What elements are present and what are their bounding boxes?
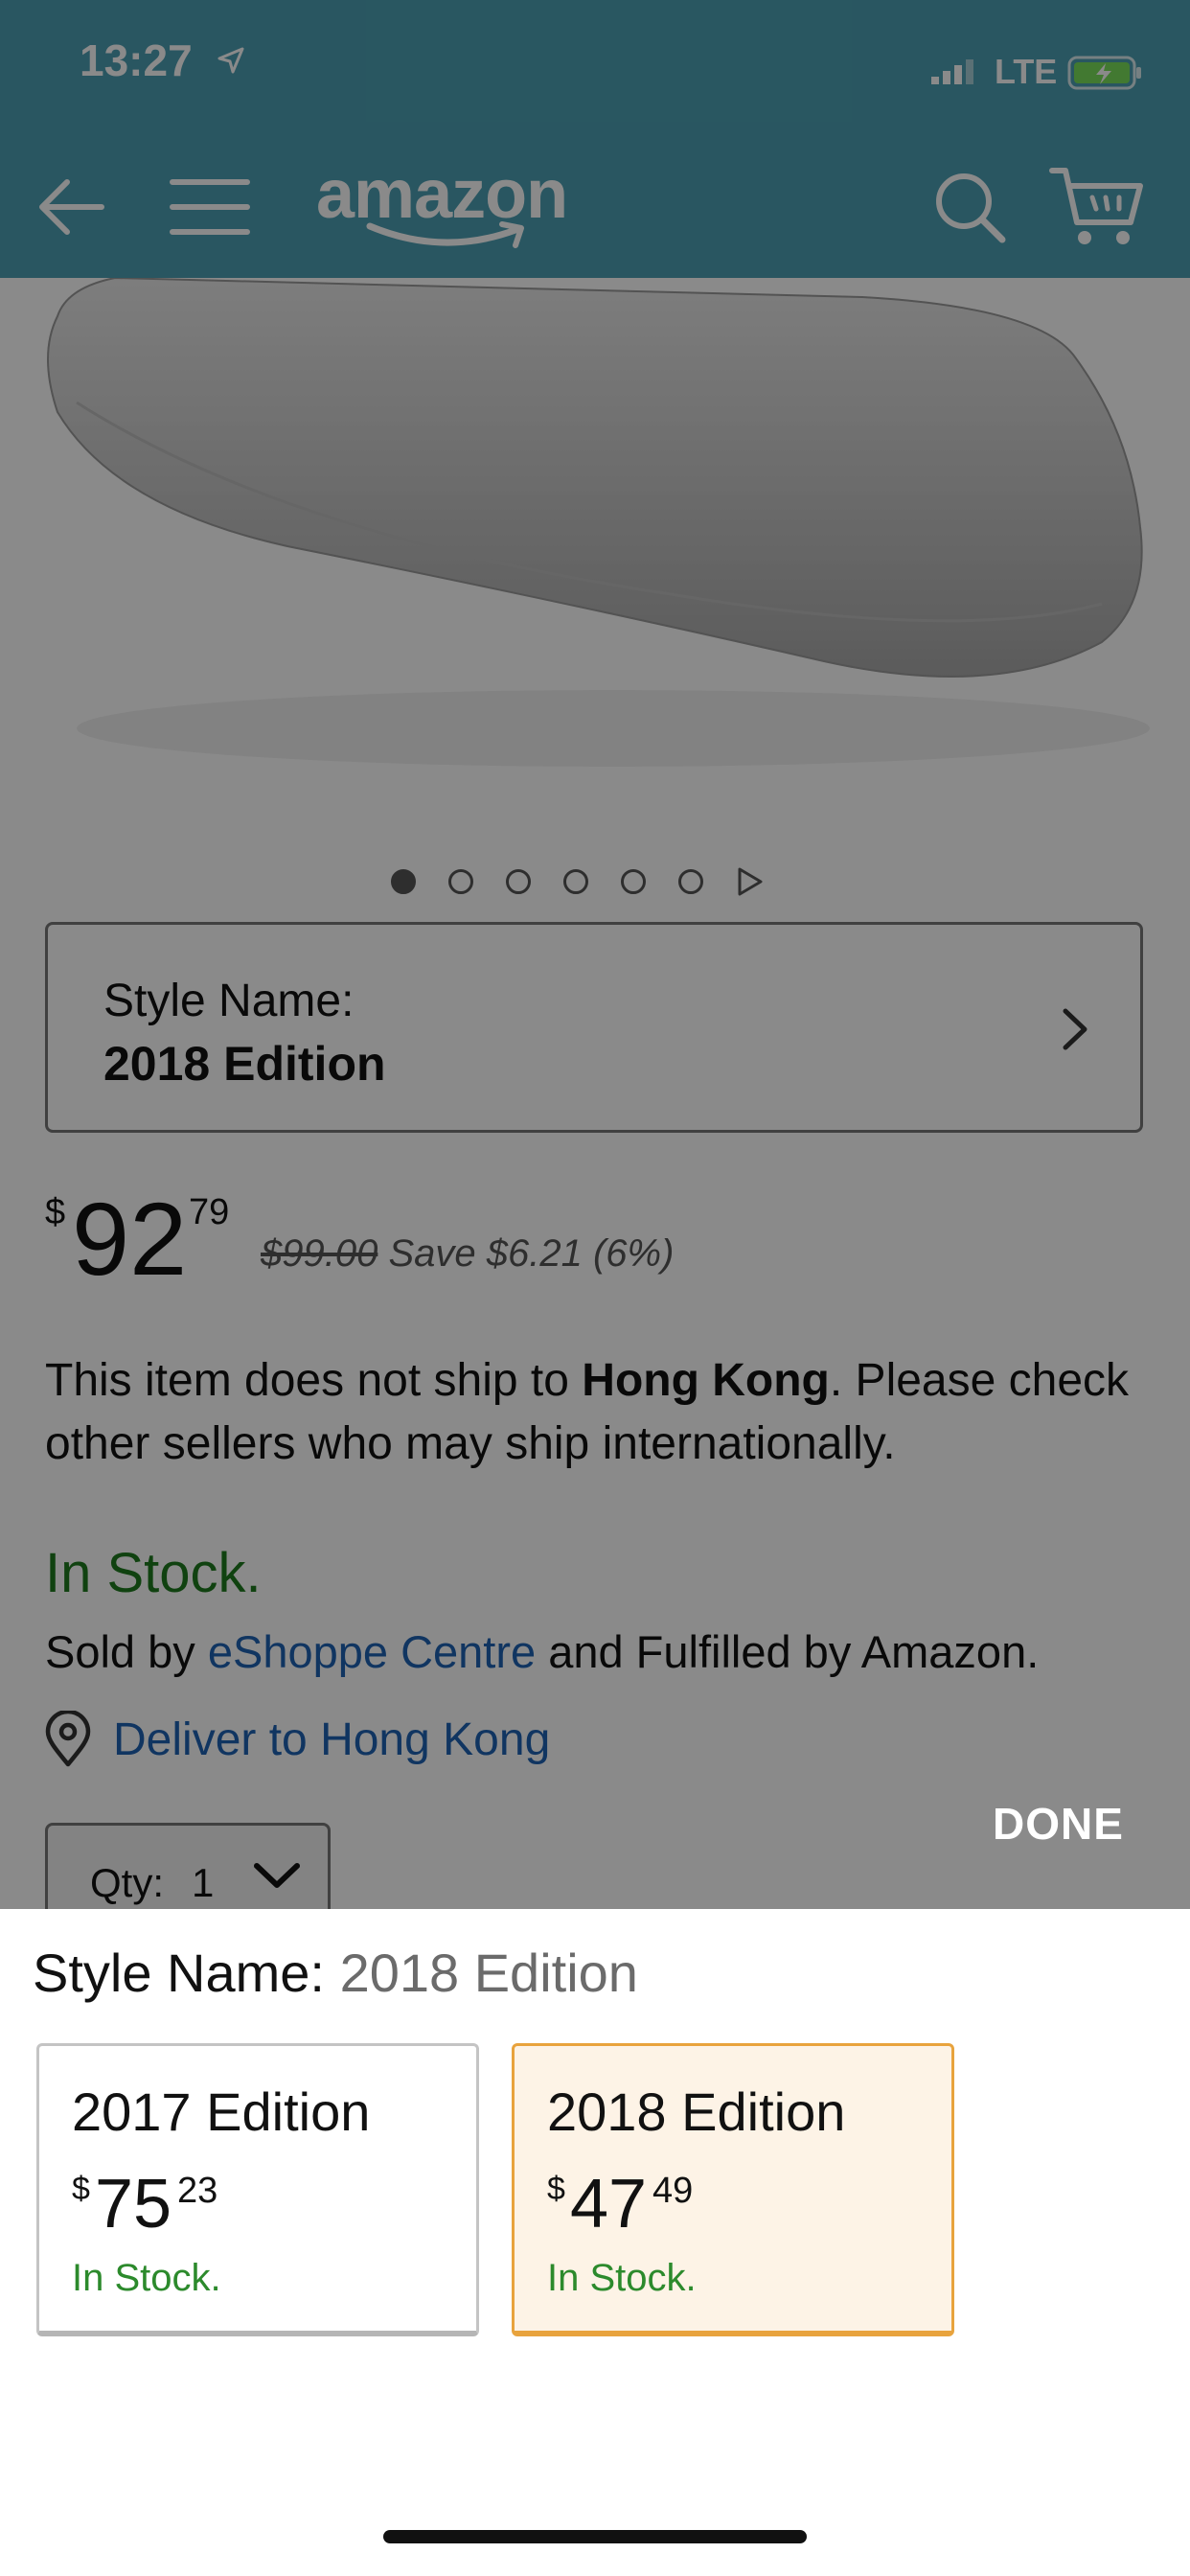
savings-text: Save $6.21 (6%) bbox=[388, 1232, 675, 1275]
option-price-fraction: 23 bbox=[177, 2171, 218, 2211]
option-name: 2018 Edition bbox=[547, 2082, 846, 2142]
list-price: $99.00 bbox=[261, 1232, 378, 1275]
chevron-down-icon bbox=[254, 1863, 300, 1888]
location-pin-icon bbox=[45, 1711, 91, 1767]
option-price-fraction: 49 bbox=[652, 2171, 694, 2211]
done-button[interactable]: DONE bbox=[993, 1798, 1124, 1850]
status-bar: 13:27 LTE bbox=[0, 0, 1190, 134]
network-type: LTE bbox=[995, 52, 1058, 91]
option-price-whole: 75 bbox=[95, 2166, 172, 2242]
style-option-2017[interactable]: 2017 Edition $ 75 23 In Stock. bbox=[36, 2043, 479, 2336]
product-image[interactable] bbox=[0, 278, 1190, 815]
sheet-title-selected: 2018 Edition bbox=[339, 1943, 638, 2003]
pagination-dot[interactable] bbox=[448, 869, 473, 894]
location-arrow-icon bbox=[217, 47, 244, 74]
pagination-dot[interactable] bbox=[678, 869, 703, 894]
option-stock: In Stock. bbox=[547, 2257, 697, 2299]
sold-by-suffix: and Fulfilled by Amazon. bbox=[536, 1626, 1040, 1677]
style-picker-sheet: Style Name: 2018 Edition 2017 Edition $ … bbox=[0, 1909, 1190, 2576]
pagination-dot[interactable] bbox=[506, 869, 531, 894]
amazon-logo[interactable]: amazon bbox=[316, 155, 594, 261]
list-price-savings: $99.00 Save $6.21 (6%) bbox=[261, 1232, 674, 1276]
option-name: 2017 Edition bbox=[72, 2082, 371, 2142]
play-video-icon[interactable] bbox=[736, 866, 765, 897]
pagination-dot[interactable] bbox=[621, 869, 646, 894]
price-whole: 92 bbox=[72, 1181, 188, 1297]
sold-by-prefix: Sold by bbox=[45, 1626, 208, 1677]
sold-by-line: Sold by eShoppe Centre and Fulfilled by … bbox=[45, 1625, 1039, 1678]
shipping-notice: This item does not ship to Hong Kong. Pl… bbox=[45, 1349, 1147, 1476]
style-option-2018[interactable]: 2018 Edition $ 47 49 In Stock. bbox=[512, 2043, 954, 2336]
image-pagination[interactable] bbox=[391, 862, 765, 901]
style-selector[interactable]: Style Name: 2018 Edition bbox=[45, 922, 1143, 1133]
option-price-currency: $ bbox=[547, 2171, 565, 2207]
shipping-region: Hong Kong bbox=[582, 1355, 830, 1406]
chevron-right-icon bbox=[1063, 1008, 1087, 1050]
price-fraction: 79 bbox=[189, 1192, 230, 1232]
option-stock: In Stock. bbox=[72, 2257, 221, 2299]
sheet-title: Style Name: 2018 Edition bbox=[33, 1942, 638, 2004]
cart-icon[interactable] bbox=[1048, 163, 1144, 249]
menu-icon[interactable] bbox=[169, 169, 251, 245]
quantity-dropdown[interactable]: Qty: 1 bbox=[45, 1823, 331, 1909]
quantity-label: Qty: bbox=[90, 1860, 165, 1905]
smile-arrow-icon bbox=[366, 221, 524, 248]
signal-icon bbox=[931, 59, 973, 84]
pagination-dot[interactable] bbox=[391, 869, 416, 894]
availability-status: In Stock. bbox=[45, 1542, 262, 1604]
sheet-title-label: Style Name: bbox=[33, 1943, 340, 2003]
home-indicator[interactable] bbox=[383, 2530, 807, 2543]
search-icon[interactable] bbox=[931, 169, 1008, 245]
deliver-to-link[interactable]: Deliver to Hong Kong bbox=[42, 1706, 550, 1773]
quantity-value: 1 bbox=[192, 1860, 215, 1905]
battery-charging-icon bbox=[1067, 56, 1141, 90]
price-currency: $ bbox=[45, 1192, 66, 1232]
product-page: Style Name: 2018 Edition $ 92 79 $99.00 … bbox=[0, 278, 1190, 1909]
shipping-notice-text: This item does not ship to bbox=[45, 1355, 583, 1406]
status-time: 13:27 bbox=[80, 35, 193, 85]
pagination-dot[interactable] bbox=[563, 869, 588, 894]
top-nav-bar: amazon bbox=[0, 134, 1190, 278]
option-price-whole: 47 bbox=[570, 2166, 648, 2242]
back-arrow-icon[interactable] bbox=[33, 169, 109, 245]
deliver-to-text: Deliver to Hong Kong bbox=[113, 1714, 551, 1765]
style-selector-value: 2018 Edition bbox=[103, 1037, 386, 1091]
style-selector-label: Style Name: bbox=[103, 976, 355, 1026]
seller-link[interactable]: eShoppe Centre bbox=[208, 1626, 536, 1677]
option-price-currency: $ bbox=[72, 2171, 90, 2207]
